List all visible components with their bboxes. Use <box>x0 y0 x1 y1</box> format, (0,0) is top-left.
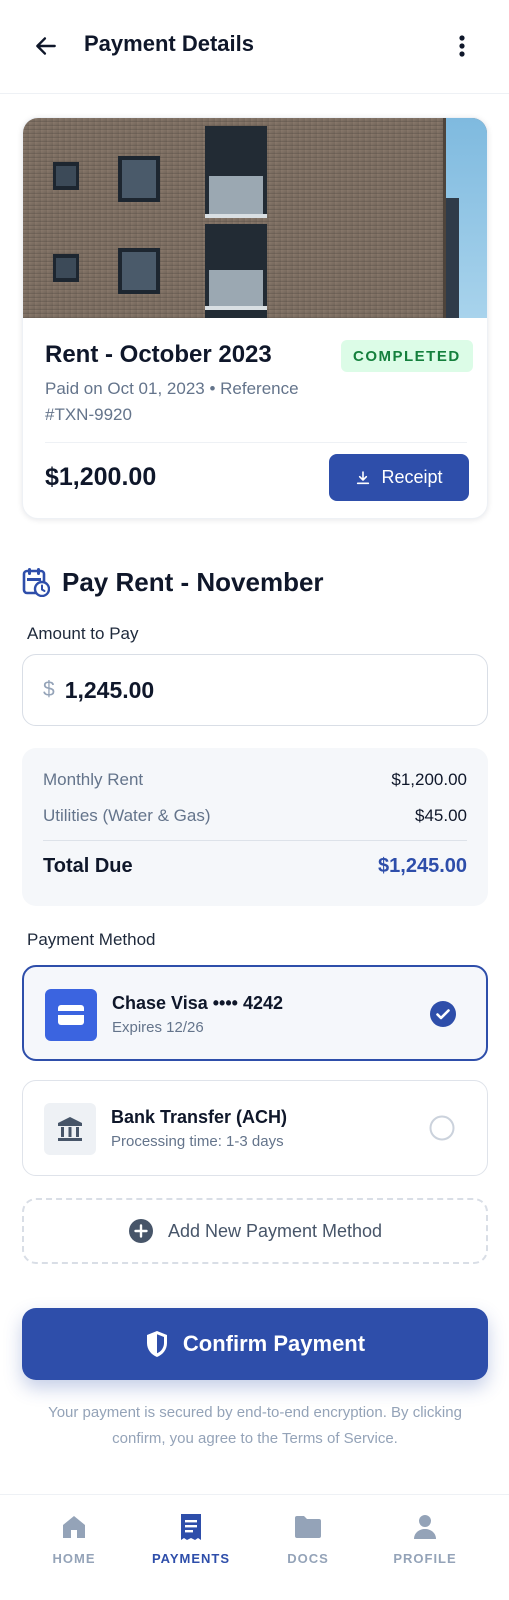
amount-value: 1,245.00 <box>64 676 155 703</box>
folder-icon <box>294 1513 322 1541</box>
transaction-card: Rent - October 2023 COMPLETED Paid on Oc… <box>22 117 488 519</box>
breakdown-value: $45.00 <box>415 806 467 825</box>
bottom-navigation: HOME PAYMENTS DOCS PROFILE <box>0 1494 509 1600</box>
divider <box>45 442 467 443</box>
add-payment-method-label: Add New Payment Method <box>167 1220 383 1241</box>
back-button[interactable] <box>30 30 62 62</box>
payment-method-card[interactable]: Bank Transfer (ACH) Processing time: 1-3… <box>22 1080 488 1176</box>
confirm-payment-label: Confirm Payment <box>182 1331 366 1356</box>
total-due-label: Total Due <box>43 855 133 877</box>
nav-item-home[interactable]: HOME <box>24 1513 124 1566</box>
breakdown-total-row: Total Due $1,245.00 <box>43 855 467 878</box>
transaction-subtitle: Paid on Oct 01, 2023 • Reference #TXN-99… <box>45 379 299 424</box>
nav-item-profile[interactable]: PROFILE <box>375 1513 475 1566</box>
more-options-button[interactable] <box>446 30 478 62</box>
status-badge: COMPLETED <box>341 340 473 372</box>
breakdown-label: Monthly Rent <box>43 770 144 789</box>
calendar-clock-icon <box>22 568 50 597</box>
payment-method-detail: Processing time: 1-3 days <box>111 1133 284 1150</box>
security-note: Your payment is secured by end-to-end en… <box>48 1404 462 1447</box>
section-header: Pay Rent - November <box>22 565 324 599</box>
card-icon-box <box>45 989 97 1041</box>
nav-item-payments[interactable]: PAYMENTS <box>141 1513 241 1566</box>
receipt-button[interactable]: Receipt <box>329 454 469 501</box>
more-vertical-icon <box>459 35 465 57</box>
transaction-amount: $1,200.00 <box>45 463 157 491</box>
breakdown-row: Utilities (Water & Gas) $45.00 <box>43 806 467 826</box>
plus-circle-icon <box>128 1219 153 1243</box>
payment-method-detail: Expires 12/26 <box>112 1019 204 1036</box>
receipt-icon <box>177 1513 205 1541</box>
currency-symbol: $ <box>43 678 55 701</box>
amount-label: Amount to Pay <box>27 624 139 643</box>
bank-icon-box <box>44 1103 96 1155</box>
payment-breakdown: Monthly Rent $1,200.00 Utilities (Water … <box>22 748 488 906</box>
unchecked-radio-icon[interactable] <box>429 1115 455 1141</box>
payment-method-name: Bank Transfer (ACH) <box>111 1107 288 1127</box>
person-icon <box>411 1513 439 1541</box>
checked-radio-icon[interactable] <box>430 1001 456 1027</box>
amount-input[interactable]: $ 1,245.00 <box>22 654 488 726</box>
confirm-payment-button[interactable]: Confirm Payment <box>22 1308 488 1380</box>
bank-icon <box>58 1117 82 1141</box>
payment-method-card[interactable]: Chase Visa •••• 4242 Expires 12/26 <box>22 965 488 1061</box>
credit-card-icon <box>58 1005 84 1025</box>
building-photo <box>23 118 487 318</box>
download-icon <box>357 470 370 484</box>
section-title: Pay Rent - November <box>62 566 324 597</box>
nav-label: DOCS <box>287 1551 329 1566</box>
app-header: Payment Details <box>0 0 509 94</box>
payment-method-name: Chase Visa •••• 4242 <box>112 993 283 1013</box>
nav-label: PAYMENTS <box>151 1551 231 1566</box>
shield-icon <box>146 1331 167 1357</box>
transaction-title: Rent - October 2023 <box>45 341 272 368</box>
arrow-left-icon <box>36 37 56 55</box>
payment-method-label: Payment Method <box>27 930 156 949</box>
total-due-value: $1,245.00 <box>378 855 467 877</box>
nav-item-docs[interactable]: DOCS <box>258 1513 358 1566</box>
receipt-label: Receipt <box>381 467 443 487</box>
nav-label: HOME <box>52 1551 96 1566</box>
breakdown-value: $1,200.00 <box>391 770 467 789</box>
page-title: Payment Details <box>84 31 254 56</box>
home-icon <box>60 1513 88 1541</box>
divider <box>43 840 467 841</box>
breakdown-row: Monthly Rent $1,200.00 <box>43 770 467 790</box>
nav-label: PROFILE <box>393 1551 457 1566</box>
add-payment-method-button[interactable]: Add New Payment Method <box>22 1198 488 1264</box>
breakdown-label: Utilities (Water & Gas) <box>43 806 211 825</box>
